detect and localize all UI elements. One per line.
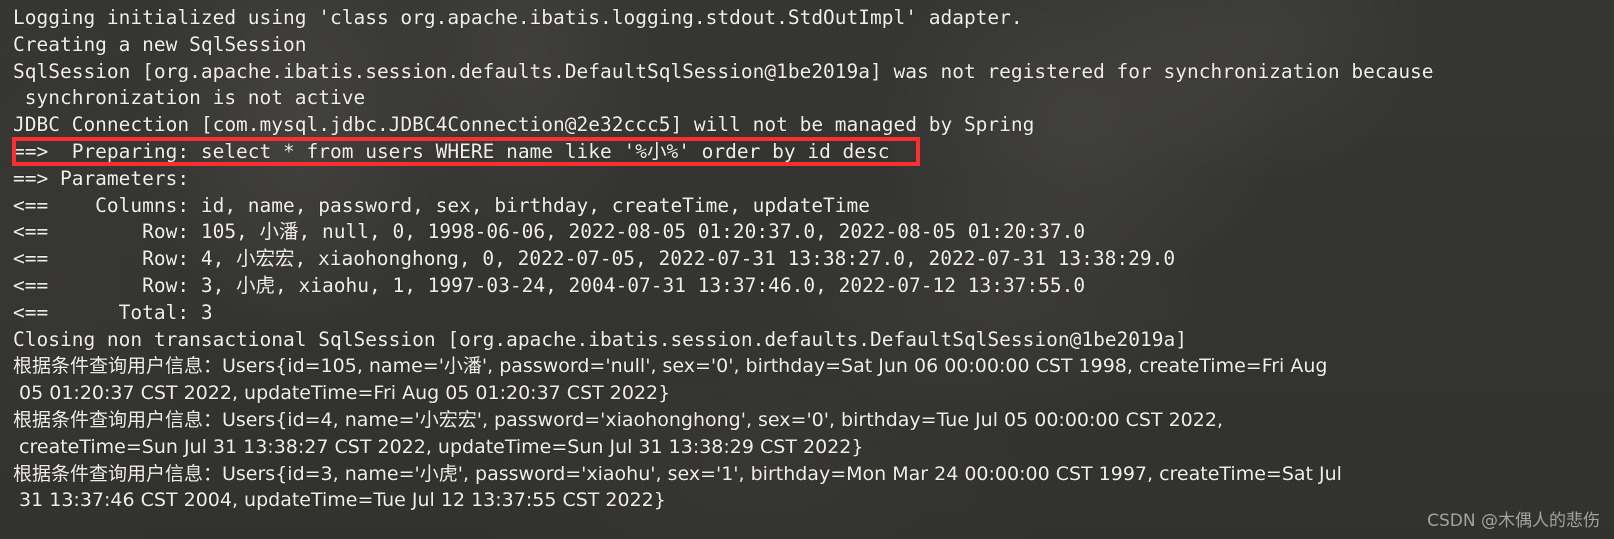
log-line: JDBC Connection [com.mysql.jdbc.JDBC4Con… — [13, 113, 1035, 137]
console-output-panel: Logging initialized using 'class org.apa… — [0, 0, 1614, 539]
log-line: Closing non transactional SqlSession [or… — [13, 327, 1187, 351]
log-line-result-cont: 05 01:20:37 CST 2022, updateTime=Fri Aug… — [13, 382, 671, 405]
log-line-row: <== Row: 105, 小潘, null, 0, 1998-06-06, 2… — [13, 220, 1086, 244]
log-line: SqlSession [org.apache.ibatis.session.de… — [13, 59, 1434, 83]
log-line-result-cont: 31 13:37:46 CST 2004, updateTime=Tue Jul… — [13, 489, 666, 512]
log-line-list: Logging initialized using 'class org.apa… — [0, 0, 1614, 539]
log-line: ==> Parameters: — [13, 166, 201, 190]
log-line-row: <== Row: 3, 小虎, xiaohu, 1, 1997-03-24, 2… — [13, 273, 1086, 297]
log-line: Logging initialized using 'class org.apa… — [13, 6, 1023, 29]
log-line-result: 根据条件查询用户信息：Users{id=3, name='小虎', passwo… — [13, 462, 1342, 485]
log-line: Creating a new SqlSession — [13, 32, 307, 56]
log-line-row: <== Row: 4, 小宏宏, xiaohonghong, 0, 2022-0… — [13, 247, 1176, 271]
log-line-result: 根据条件查询用户信息：Users{id=105, name='小潘', pass… — [13, 355, 1328, 378]
log-line-sql-preparing: ==> Preparing: select * from users WHERE… — [13, 139, 890, 163]
log-line-result-cont: createTime=Sun Jul 31 13:38:27 CST 2022,… — [13, 435, 864, 458]
log-line: synchronization is not active — [13, 86, 366, 110]
log-line-total: <== Total: 3 — [13, 300, 213, 324]
log-line-result: 根据条件查询用户信息：Users{id=4, name='小宏宏', passw… — [13, 408, 1223, 431]
watermark: CSDN @木偶人的悲伤 — [1427, 511, 1600, 531]
log-line-columns: <== Columns: id, name, password, sex, bi… — [13, 193, 871, 217]
